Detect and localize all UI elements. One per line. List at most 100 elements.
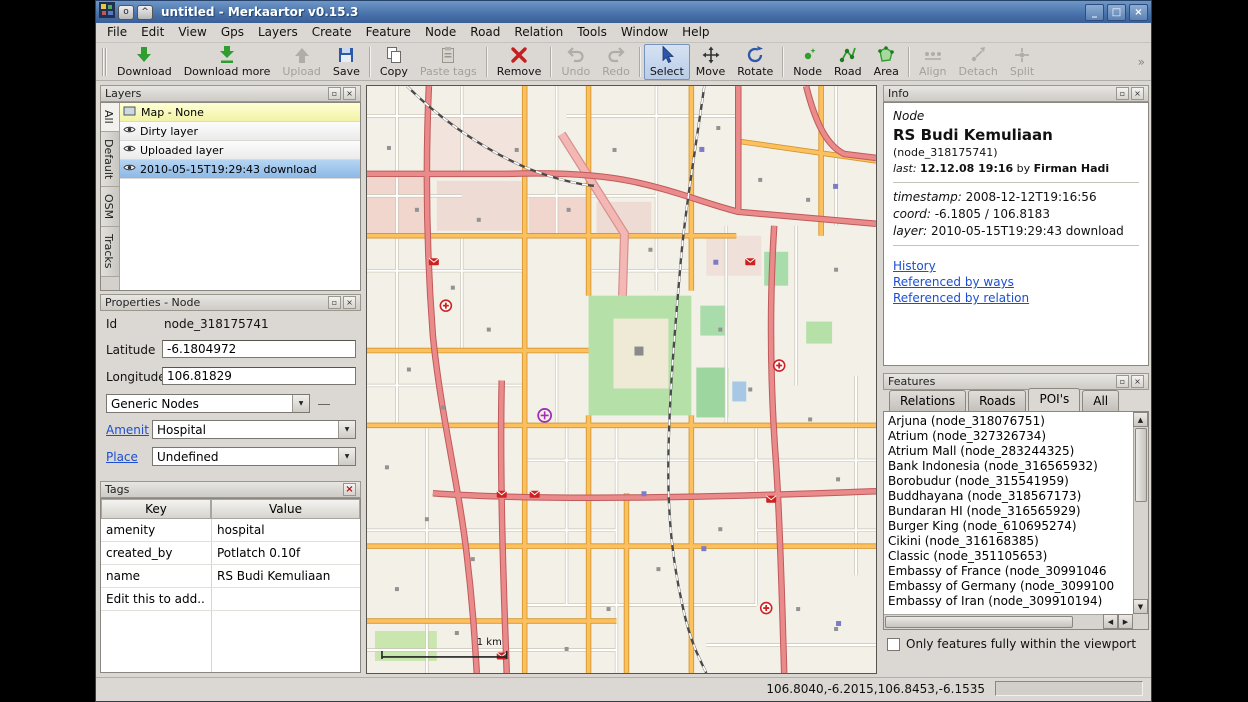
eye-icon[interactable] — [123, 124, 136, 138]
layer-row-map[interactable]: Map - None — [120, 103, 360, 122]
tags-dock-close-button[interactable]: × — [343, 483, 356, 496]
toolbar-extension-arrow[interactable]: » — [1134, 55, 1149, 69]
scroll-right-icon[interactable]: ▶ — [1118, 614, 1133, 629]
layers-dock-close-button[interactable]: × — [343, 87, 356, 100]
menu-create[interactable]: Create — [305, 23, 359, 42]
toolbar-rotate-button[interactable]: Rotate — [731, 44, 779, 80]
info-dock-float-button[interactable]: ▫ — [1116, 87, 1129, 100]
hospital-icon[interactable] — [774, 360, 785, 371]
scroll-up-icon[interactable]: ▲ — [1133, 412, 1148, 427]
toolbar-node-button[interactable]: Node — [787, 44, 828, 80]
layer-row-download[interactable]: 2010-05-15T19:29:43 download — [120, 160, 360, 179]
menu-gps[interactable]: Gps — [214, 23, 251, 42]
toolbar-download-more-button[interactable]: Download more — [178, 44, 277, 80]
feature-item[interactable]: Embassy of Iran (node_309910194) — [886, 594, 1132, 609]
toolbar-area-button[interactable]: Area — [868, 44, 905, 80]
layer-row-uploaded[interactable]: Uploaded layer — [120, 141, 360, 160]
feature-item[interactable]: Burger King (node_610695274) — [886, 519, 1132, 534]
menu-view[interactable]: View — [171, 23, 213, 42]
tab-all[interactable]: All — [1082, 390, 1119, 411]
horizontal-scrollbar[interactable]: ◀ ▶ — [884, 614, 1133, 629]
features-dock-float-button[interactable]: ▫ — [1116, 375, 1129, 388]
toolbar-select-button[interactable]: Select — [644, 44, 690, 80]
tab-roads[interactable]: Roads — [968, 390, 1026, 411]
info-dock-titlebar[interactable]: Info ▫ × — [883, 85, 1149, 102]
shade-button[interactable]: ^ — [137, 5, 153, 20]
post-office-icon[interactable] — [745, 258, 755, 265]
properties-dock-close-button[interactable]: × — [343, 296, 356, 309]
post-office-icon[interactable] — [429, 258, 439, 265]
features-dock-titlebar[interactable]: Features ▫ × — [883, 373, 1149, 390]
toolbar-undo-button[interactable]: Undo — [555, 44, 596, 80]
place-link[interactable]: Place — [106, 450, 138, 464]
layers-tab-default[interactable]: Default — [101, 132, 119, 187]
sticky-button[interactable]: o — [118, 5, 134, 20]
layers-dock-float-button[interactable]: ▫ — [328, 87, 341, 100]
info-dock-close-button[interactable]: × — [1131, 87, 1144, 100]
feature-item[interactable]: Bundaran HI (node_316565929) — [886, 504, 1132, 519]
toolbar-upload-button[interactable]: Upload — [276, 44, 327, 80]
features-dock-close-button[interactable]: × — [1131, 375, 1144, 388]
feature-item[interactable]: Embassy of Germany (node_3099100 — [886, 579, 1132, 594]
toolbar-align-button[interactable]: Align — [913, 44, 953, 80]
tag-row-name[interactable]: name RS Budi Kemuliaan — [101, 565, 360, 588]
properties-dock-float-button[interactable]: ▫ — [328, 296, 341, 309]
scroll-left-icon[interactable]: ◀ — [1103, 614, 1118, 629]
eye-icon[interactable] — [123, 162, 136, 176]
eye-icon[interactable] — [123, 143, 136, 157]
app-icon[interactable] — [99, 2, 115, 22]
toolbar-copy-button[interactable]: Copy — [374, 44, 414, 80]
feature-item[interactable]: Atrium Mall (node_283244325) — [886, 444, 1132, 459]
tags-dock-titlebar[interactable]: Tags × — [100, 481, 361, 498]
feature-item[interactable]: Classic (node_351105653) — [886, 549, 1132, 564]
tags-column-value[interactable]: Value — [211, 499, 360, 519]
menu-window[interactable]: Window — [614, 23, 675, 42]
toolbar-download-button[interactable]: Download — [111, 44, 178, 80]
feature-item[interactable]: Borobudur (node_315541959) — [886, 474, 1132, 489]
toolbar-grip[interactable] — [102, 48, 107, 76]
longitude-field[interactable] — [162, 367, 356, 385]
menu-road[interactable]: Road — [463, 23, 507, 42]
hospital-icon[interactable] — [440, 300, 451, 311]
feature-item[interactable]: Cikini (node_316168385) — [886, 534, 1132, 549]
hospital-icon[interactable] — [761, 603, 772, 614]
menu-tools[interactable]: Tools — [570, 23, 614, 42]
node-type-combo[interactable]: Generic Nodes ▼ — [106, 394, 310, 413]
toolbar-save-button[interactable]: Save — [327, 44, 366, 80]
post-office-icon[interactable] — [766, 496, 776, 503]
tags-column-key[interactable]: Key — [101, 499, 211, 519]
toolbar-move-button[interactable]: Move — [690, 44, 732, 80]
tag-row-created-by[interactable]: created_by Potlatch 0.10f — [101, 542, 360, 565]
menu-file[interactable]: File — [100, 23, 134, 42]
tag-row-new[interactable]: Edit this to add... — [101, 588, 360, 611]
history-link[interactable]: History — [893, 259, 1139, 273]
latitude-field[interactable] — [162, 340, 356, 358]
scroll-down-icon[interactable]: ▼ — [1133, 599, 1148, 614]
map-canvas[interactable]: 1 km — [366, 85, 877, 674]
viewport-filter-checkbox[interactable] — [887, 638, 900, 651]
layers-dock-titlebar[interactable]: Layers ▫ × — [100, 85, 361, 102]
menu-relation[interactable]: Relation — [507, 23, 570, 42]
menu-feature[interactable]: Feature — [359, 23, 418, 42]
place-combo[interactable]: Undefined ▼ — [152, 447, 356, 466]
feature-item[interactable]: Arjuna (node_318076751) — [886, 414, 1132, 429]
close-button[interactable]: × — [1129, 4, 1148, 21]
layers-tab-osm[interactable]: OSM — [101, 187, 119, 227]
feature-item[interactable]: Buddhayana (node_318567173) — [886, 489, 1132, 504]
feature-item[interactable]: Bank Indonesia (node_316565932) — [886, 459, 1132, 474]
layers-tab-all[interactable]: All — [101, 103, 119, 132]
titlebar[interactable]: o ^ untitled - Merkaartor v0.15.3 _ □ × — [96, 1, 1151, 23]
toolbar-detach-button[interactable]: Detach — [953, 44, 1004, 80]
post-office-icon[interactable] — [497, 491, 507, 498]
maximize-button[interactable]: □ — [1107, 4, 1126, 21]
toolbar-remove-button[interactable]: Remove — [491, 44, 548, 80]
menu-node[interactable]: Node — [418, 23, 463, 42]
tab-relations[interactable]: Relations — [889, 390, 966, 411]
tag-row-amenity[interactable]: amenity hospital — [101, 519, 360, 542]
toolbar-split-button[interactable]: Split — [1004, 44, 1040, 80]
post-office-icon[interactable] — [530, 491, 540, 498]
referenced-by-ways-link[interactable]: Referenced by ways — [893, 275, 1139, 289]
post-office-icon[interactable] — [497, 652, 507, 659]
scrollbar-thumb[interactable] — [885, 616, 1073, 628]
referenced-by-relation-link[interactable]: Referenced by relation — [893, 291, 1139, 305]
